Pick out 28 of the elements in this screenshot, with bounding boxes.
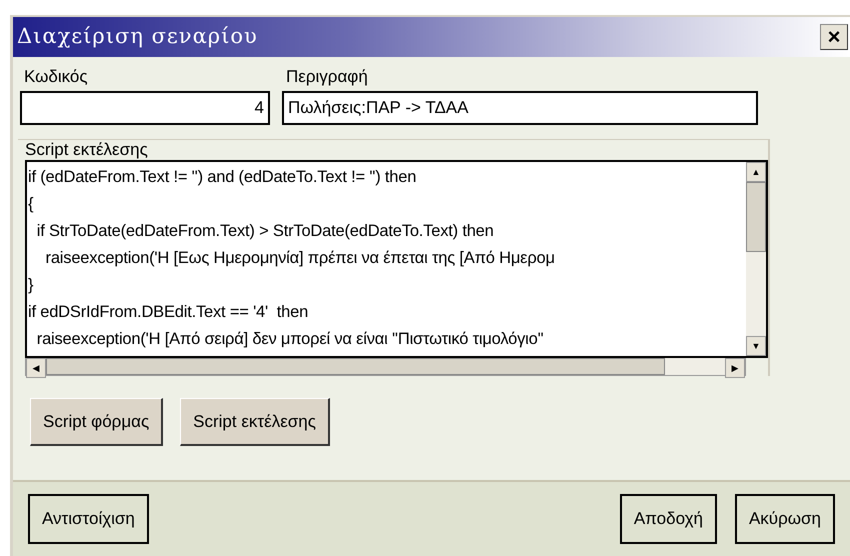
field-label: Περιγραφή (286, 67, 369, 87)
code-line: if edDSrIdFrom.DBEdit.Text == '4' then (28, 302, 310, 323)
scroll-down-button[interactable]: ▼ (746, 336, 766, 356)
scroll-up-button[interactable]: ▲ (746, 162, 766, 182)
scroll-thumb[interactable] (46, 358, 665, 375)
script-button[interactable]: Script φόρμας (30, 398, 164, 446)
dialog-button[interactable]: Αποδοχή (620, 494, 717, 544)
script-button[interactable]: Script εκτέλεσης (180, 398, 330, 446)
code-line: } (28, 275, 34, 296)
scroll-left-button[interactable]: ◀ (26, 358, 46, 378)
close-button[interactable]: × (820, 24, 848, 50)
code-line: raiseexception('Η [Εως Ημερομηνία] πρέπει να έπεται της [Από Ημερομ (44, 248, 556, 269)
code-line: if (edDateFrom.Text != '') and (edDateTo.Text != '') then (28, 167, 418, 188)
group-label: Script εκτέλεσης (25, 140, 149, 160)
window-title: Διαχείριση σεναρίου (17, 23, 258, 50)
code-line: raiseexception('Η [Από σειρά] δεν μπορεί να είναι ''Πιστωτικό τιμολόγιο'' (36, 329, 544, 350)
dialog-button[interactable]: Αντιστοίχιση (28, 494, 149, 544)
code-line: if StrToDate(edDateFrom.Text) > StrToDate(edDateTo.Text) then (36, 221, 495, 242)
code-line: { (28, 194, 34, 215)
scroll-right-button[interactable]: ▶ (725, 358, 745, 378)
field-label: Κωδικός (24, 67, 89, 87)
text-field[interactable]: 4 (20, 91, 270, 125)
horizontal-scrollbar[interactable]: ◀ ▶ (25, 358, 746, 376)
dialog-button[interactable]: Ακύρωση (734, 494, 835, 544)
code-editor[interactable] (25, 160, 768, 358)
text-field[interactable]: Πωλήσεις:ΠΑΡ -> ΤΔΑΑ (282, 91, 758, 125)
scroll-thumb[interactable] (746, 182, 766, 252)
vertical-scrollbar[interactable]: ▲ ▼ (746, 162, 766, 356)
